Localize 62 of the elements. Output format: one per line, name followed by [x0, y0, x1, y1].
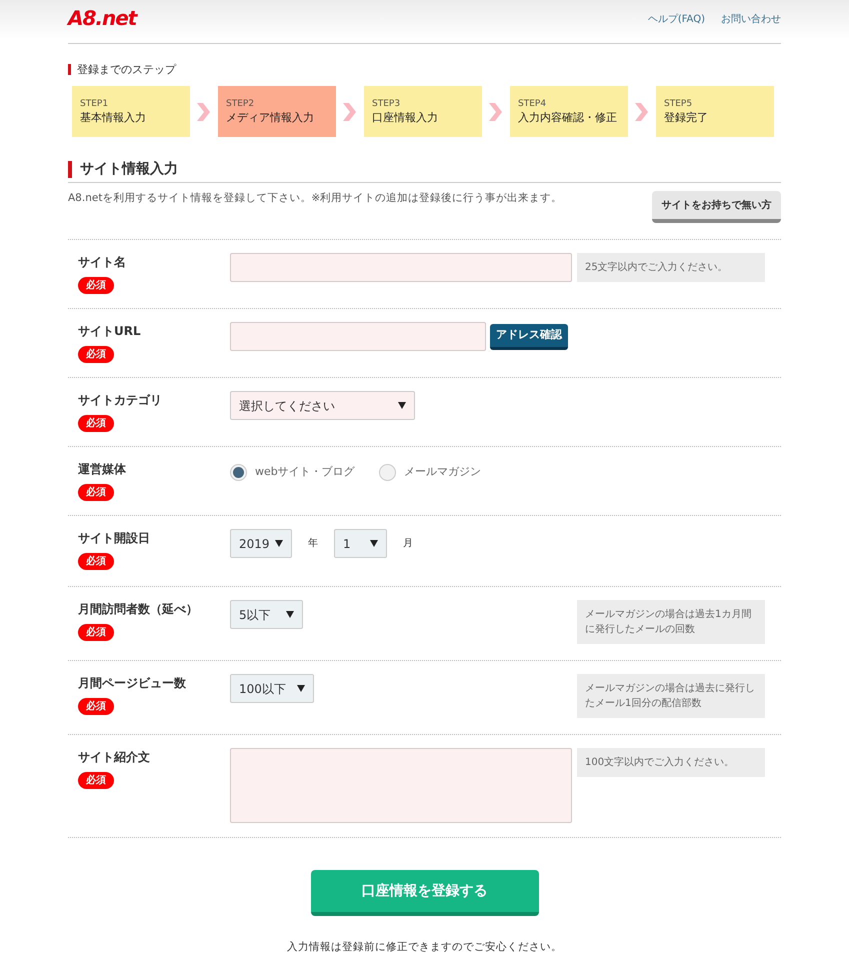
chevron-icon	[488, 102, 502, 120]
intro-text: A8.netを利用するサイト情報を登録して下さい。※利用サイトの追加は登録後に行う事が出来ます。	[68, 191, 562, 206]
unit-label: 年	[308, 537, 318, 551]
section-title: サイト情報入力	[68, 161, 781, 178]
header-link[interactable]: お問い合わせ	[721, 12, 781, 27]
step-label: 入力内容確認・修正	[518, 110, 618, 126]
required-badge: 必須	[78, 772, 114, 789]
step-label: メディア情報入力	[226, 110, 315, 126]
text-area[interactable]	[230, 748, 572, 823]
field-label: 月間訪問者数（延べ）	[78, 601, 198, 618]
chevron-icon	[196, 102, 210, 120]
steps-heading: 登録までのステップ	[68, 64, 176, 75]
chevron-icon	[634, 102, 648, 120]
step-number: STEP1	[80, 99, 110, 110]
header-link[interactable]: ヘルプ(FAQ)	[648, 12, 705, 27]
required-badge: 必須	[78, 484, 114, 501]
required-badge: 必須	[78, 553, 114, 570]
hint-text: 100文字以内でご入力ください。	[577, 748, 765, 777]
field-label: サイトURL	[78, 323, 141, 340]
hint-text: 25文字以内でご入力ください。	[577, 253, 765, 282]
field-label: 月間ページビュー数	[78, 675, 186, 692]
field-label: 運営媒体	[78, 461, 126, 478]
caret-icon	[398, 402, 406, 409]
required-badge: 必須	[78, 624, 114, 641]
field-label: サイトカテゴリ	[78, 392, 162, 409]
month-select[interactable]: 1	[334, 529, 387, 558]
step-label: 基本情報入力	[80, 110, 147, 126]
step-label: 登録完了	[664, 110, 709, 126]
caret-icon	[286, 611, 294, 618]
field-label: サイト紹介文	[78, 749, 150, 766]
no-site-button[interactable]: サイトをお持ちで無い方	[652, 191, 781, 223]
caret-icon	[297, 685, 305, 692]
caret-icon	[370, 540, 378, 547]
radio-label[interactable]: メールマガジン	[404, 464, 481, 481]
hint-text: メールマガジンの場合は過去1カ月間に発行したメールの回数	[577, 600, 765, 644]
chevron-icon	[342, 102, 356, 120]
unit-label: 月	[403, 537, 413, 551]
radio-button[interactable]	[230, 464, 247, 481]
address-check-button[interactable]: アドレス確認	[490, 324, 568, 350]
note-text: 入力情報は登録前に修正できますのでご安心ください。	[287, 940, 562, 955]
step-label: 口座情報入力	[372, 110, 439, 126]
logo[interactable]: A8.net	[68, 8, 136, 28]
hint-text: メールマガジンの場合は過去に発行したメール1回分の配信部数	[577, 674, 765, 718]
step-number: STEP4	[518, 99, 548, 110]
step-number: STEP2	[226, 99, 256, 110]
field-label: サイト開設日	[78, 530, 150, 547]
count-select[interactable]: 100以下	[230, 674, 314, 703]
required-badge: 必須	[78, 698, 114, 715]
required-badge: 必須	[78, 346, 114, 363]
year-select[interactable]: 2019	[230, 529, 292, 558]
field-label: サイト名	[78, 254, 126, 271]
url-field[interactable]	[230, 322, 486, 351]
category-select[interactable]: 選択してください	[230, 391, 415, 420]
text-field[interactable]	[230, 253, 572, 282]
radio-button[interactable]	[378, 464, 396, 481]
required-badge: 必須	[78, 415, 114, 432]
count-select[interactable]: 5以下	[230, 600, 303, 629]
caret-icon	[275, 540, 283, 547]
required-badge: 必須	[78, 277, 114, 294]
step-number: STEP5	[664, 99, 694, 110]
step-number: STEP3	[372, 99, 402, 110]
radio-label[interactable]: webサイト・ブログ	[255, 464, 355, 481]
